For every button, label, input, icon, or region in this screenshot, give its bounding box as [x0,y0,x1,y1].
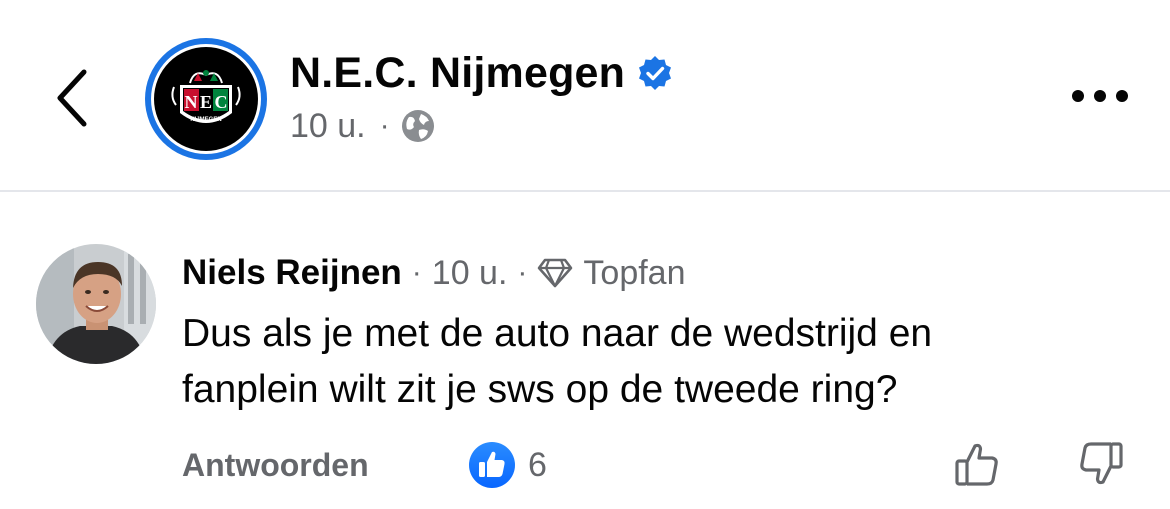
logo-letter-c: C [215,92,228,112]
thumbs-up-button[interactable] [950,436,1006,492]
facebook-comment-view: N E C NIJMEGEN N.E.C. Nijmegen 10 u. · N… [0,0,1170,509]
post-time[interactable]: 10 u. [290,107,366,146]
more-options-button[interactable] [1060,70,1140,122]
like-count: 6 [528,445,547,484]
nec-logo: N E C NIJMEGEN [154,47,258,151]
badge-label: Topfan [583,253,686,292]
comment-time[interactable]: 10 u. [432,254,508,293]
like-reaction-icon [469,442,515,488]
logo-letter-n: N [185,92,198,112]
more-horizontal-icon [1072,90,1128,102]
page-name[interactable]: N.E.C. Nijmegen [290,49,625,98]
thumbs-up-icon [955,443,998,486]
page-avatar[interactable]: N E C NIJMEGEN [145,38,267,160]
chevron-left-icon [57,69,87,127]
separator-dot: · [517,256,528,289]
comment-author[interactable]: Niels Reijnen [182,253,402,293]
separator-dot: · [411,256,422,289]
thumbs-down-button[interactable] [1072,436,1128,492]
comment-text: Dus als je met de auto naar de wedstrijd… [182,306,1142,418]
topfan-badge: Topfan [537,253,686,293]
comment-line: fanplein wilt zit je sws op de tweede ri… [182,368,898,411]
header-divider [0,190,1170,192]
comment-line: Dus als je met de auto naar de wedstrijd… [182,312,933,355]
verified-badge-icon [639,56,672,90]
back-button[interactable] [44,62,100,134]
post-header: N E C NIJMEGEN N.E.C. Nijmegen 10 u. · [0,0,1170,190]
reaction-summary[interactable]: 6 [468,440,547,490]
logo-sublabel: NIJMEGEN [190,117,221,123]
diamond-icon [538,258,573,288]
separator-dot: · [379,109,390,142]
logo-letter-e: E [200,92,212,112]
reply-button[interactable]: Antwoorden [182,447,369,484]
globe-icon [401,110,434,142]
commenter-avatar[interactable] [36,244,156,364]
thumbs-down-icon [1080,442,1123,485]
